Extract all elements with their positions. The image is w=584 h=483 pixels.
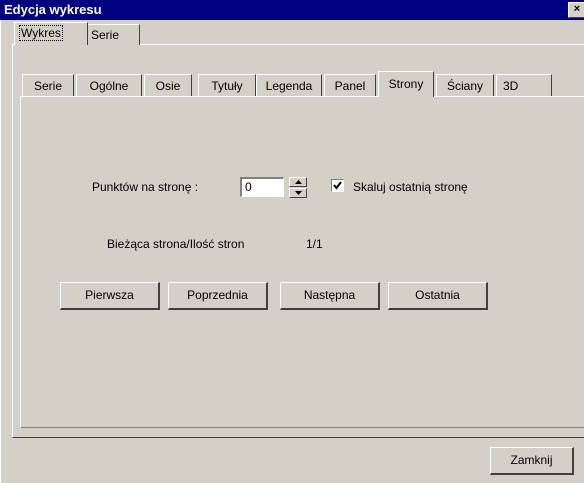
tab-sciany[interactable]: Ściany	[436, 74, 494, 96]
points-per-page-label: Punktów na stronę :	[92, 180, 199, 194]
tab-serie-label: Serie	[33, 79, 62, 93]
scale-last-page-label: Skaluj ostatnią stronę	[353, 180, 468, 194]
last-page-label: Ostatnia	[415, 288, 460, 302]
tab-serie[interactable]: Serie	[22, 74, 74, 96]
check-icon	[333, 181, 342, 190]
spin-up-icon	[295, 180, 302, 184]
tab-wykres-label: Wykres	[19, 25, 63, 41]
tab-serie-outer[interactable]: Serie	[86, 24, 140, 45]
close-button[interactable]: Zamknij	[490, 447, 574, 475]
points-per-page-input[interactable]: 0	[240, 177, 284, 197]
previous-page-label: Poprzednia	[187, 288, 248, 302]
first-page-label: Pierwsza	[85, 288, 134, 302]
tab-osie[interactable]: Osie	[144, 74, 192, 96]
tab-strony-label: Strony	[388, 77, 424, 91]
last-page-button[interactable]: Ostatnia	[388, 282, 488, 310]
scale-last-page-checkbox[interactable]	[331, 179, 344, 192]
close-window-button[interactable]: ×	[568, 2, 584, 18]
current-page-label: Bieżąca strona/Ilość stron	[107, 237, 245, 251]
tab-strony[interactable]: Strony	[378, 71, 434, 97]
tab-osie-label: Osie	[155, 79, 181, 93]
tab-legenda-label: Legenda	[265, 79, 313, 93]
tab-legenda[interactable]: Legenda	[256, 74, 322, 96]
close-button-label: Zamknij	[510, 453, 553, 467]
tab-panel-label: Panel	[334, 79, 366, 93]
tab-wykres[interactable]: Wykres	[14, 22, 88, 45]
tab-sciany-label: Ściany	[446, 79, 484, 93]
current-page-value: 1/1	[306, 237, 323, 251]
first-page-button[interactable]: Pierwsza	[60, 282, 160, 310]
next-page-button[interactable]: Następna	[280, 282, 380, 310]
tab-panel[interactable]: Panel	[324, 74, 376, 96]
tab-tytuly[interactable]: Tytuły	[198, 74, 256, 96]
window-title: Edycja wykresu	[4, 2, 102, 17]
tab-serie-outer-label: Serie	[91, 28, 120, 42]
tab-ogolne[interactable]: Ogólne	[76, 74, 142, 96]
tab-tytuly-label: Tytuły	[211, 79, 243, 93]
tab-3d[interactable]: 3D	[496, 74, 552, 96]
strony-tab-panel	[20, 96, 584, 428]
spin-up-button[interactable]	[289, 177, 307, 187]
previous-page-button[interactable]: Poprzednia	[168, 282, 268, 310]
spin-down-icon	[295, 191, 302, 195]
spin-down-button[interactable]	[289, 188, 307, 198]
next-page-label: Następna	[303, 288, 356, 302]
close-icon: ×	[573, 3, 581, 15]
tab-3d-label: 3D	[503, 79, 519, 93]
tab-ogolne-label: Ogólne	[89, 79, 129, 93]
title-bar: Edycja wykresu ×	[0, 0, 584, 20]
